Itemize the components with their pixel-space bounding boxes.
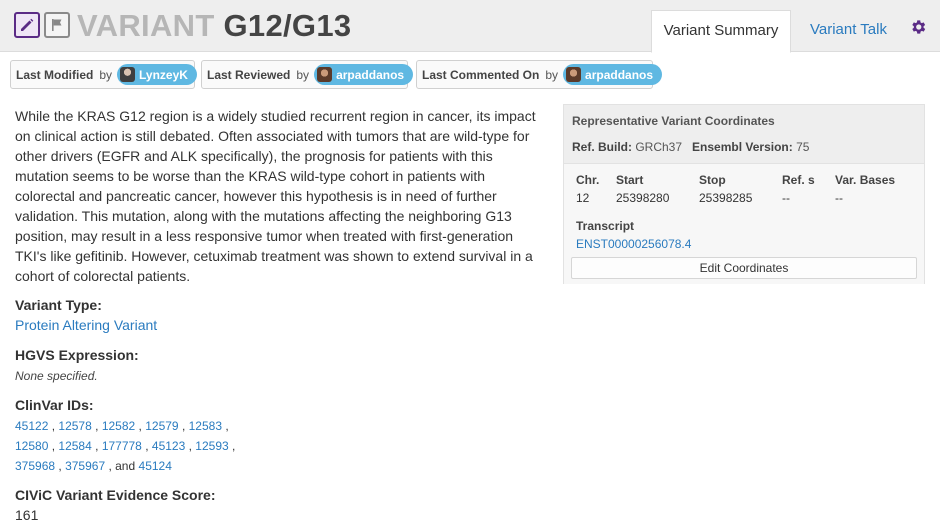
column-value: 12	[576, 191, 590, 205]
variant-type-label: Variant Type:	[15, 297, 102, 313]
column-header: Ref. s	[782, 173, 815, 187]
avatar	[566, 67, 582, 82]
username: arpaddanos	[336, 67, 405, 82]
ref-bases-column: Ref. s --	[782, 171, 815, 207]
hgvs-label: HGVS Expression:	[15, 347, 139, 363]
ref-build-line: Ref. Build: GRCh37 Ensembl Version: 75	[572, 140, 809, 154]
last-commented-badge: Last Commented On by arpaddanos	[416, 60, 663, 89]
username: arpaddanos	[585, 67, 654, 82]
username: LynzeyK	[139, 67, 188, 82]
var-bases-column: Var. Bases --	[835, 171, 895, 207]
edit-coordinates-button[interactable]: Edit Coordinates	[571, 257, 917, 279]
last-reviewed-badge: Last Reviewed by arpaddanos	[201, 60, 414, 89]
variant-description: While the KRAS G12 region is a widely st…	[15, 108, 536, 284]
transcript-block: Transcript ENST00000256078.4	[576, 217, 691, 253]
clinvar-id-link[interactable]: 45122	[15, 419, 48, 433]
tab-variant-summary[interactable]: Variant Summary	[651, 10, 791, 53]
clinvar-id-link[interactable]: 375968	[15, 459, 55, 473]
separator: ,	[51, 419, 56, 433]
chr-column: Chr. 12	[576, 171, 599, 207]
stop-column: Stop 25398285	[699, 171, 752, 207]
clinvar-id-link[interactable]: 12580	[15, 439, 48, 453]
separator: ,	[58, 459, 62, 473]
clinvar-id-link[interactable]: 12578	[58, 419, 91, 433]
ref-build-label: Ref. Build:	[572, 140, 632, 154]
clinvar-id-link[interactable]: 12584	[58, 439, 91, 453]
separator: ,	[51, 439, 56, 453]
column-value: --	[835, 191, 843, 205]
last-reviewed-label: Last Reviewed	[207, 67, 291, 82]
user-link-arpaddanos[interactable]: arpaddanos	[563, 64, 663, 85]
separator: ,	[95, 439, 99, 453]
flag-button[interactable]	[44, 12, 70, 38]
by-label: by	[296, 67, 310, 82]
user-link-lynzeyk[interactable]: LynzeyK	[117, 64, 197, 85]
clinvar-id-link[interactable]: 12583	[189, 419, 222, 433]
pencil-icon	[21, 18, 34, 31]
clinvar-id-link[interactable]: 12593	[195, 439, 228, 453]
evidence-score-label: CIViC Variant Evidence Score:	[15, 487, 216, 503]
clinvar-id-link[interactable]: 12582	[102, 419, 135, 433]
title-kind: VARIANT	[77, 8, 215, 43]
ensembl-version-label: Ensembl Version:	[692, 140, 793, 154]
gear-icon[interactable]	[909, 18, 927, 36]
column-value: 25398285	[699, 191, 753, 205]
user-link-arpaddanos[interactable]: arpaddanos	[314, 64, 414, 85]
separator-and: , and	[108, 459, 136, 473]
column-value: --	[782, 191, 790, 205]
separator: ,	[188, 439, 192, 453]
last-commented-label: Last Commented On	[422, 67, 540, 82]
avatar	[120, 67, 136, 82]
column-header: Chr.	[576, 173, 600, 187]
by-label: by	[545, 67, 559, 82]
evidence-score-value: 161	[15, 507, 39, 523]
clinvar-id-link[interactable]: 12579	[145, 419, 178, 433]
title-variant-name: G12/G13	[223, 8, 352, 43]
clinvar-id-list: 45122 , 12578 , 12582 , 12579 , 12583 , …	[15, 416, 265, 476]
ref-build-value: GRCh37	[635, 140, 683, 154]
flag-icon	[52, 19, 62, 31]
separator: ,	[138, 419, 142, 433]
separator: ,	[232, 439, 236, 453]
ensembl-version-value: 75	[796, 140, 810, 154]
separator: ,	[181, 419, 186, 433]
start-column: Start 25398280	[616, 171, 669, 207]
separator: ,	[225, 419, 229, 433]
last-modified-badge: Last Modified by LynzeyK	[10, 60, 197, 89]
edit-button[interactable]	[14, 12, 40, 38]
separator: ,	[95, 419, 99, 433]
coordinates-details: Chr. 12 Start 25398280 Stop 25398285 Ref…	[564, 163, 924, 284]
variant-header: VARIANT G12/G13 Variant Summary Variant …	[0, 0, 940, 53]
column-header: Var. Bases	[835, 173, 896, 187]
avatar	[317, 67, 333, 82]
column-value: 25398280	[616, 191, 670, 205]
clinvar-label: ClinVar IDs:	[15, 397, 94, 413]
column-header: Start	[616, 173, 644, 187]
clinvar-id-link[interactable]: 375967	[65, 459, 105, 473]
by-label: by	[99, 67, 113, 82]
last-modified-label: Last Modified	[16, 67, 94, 82]
transcript-link[interactable]: ENST00000256078.4	[576, 235, 691, 253]
transcript-label: Transcript	[576, 219, 635, 233]
page-title: VARIANT G12/G13	[77, 8, 351, 44]
column-header: Stop	[699, 173, 726, 187]
clinvar-id-link[interactable]: 45123	[152, 439, 185, 453]
clinvar-id-link[interactable]: 45124	[139, 459, 172, 473]
coordinates-title: Representative Variant Coordinates	[572, 114, 775, 128]
clinvar-id-link[interactable]: 177778	[102, 439, 142, 453]
tab-variant-talk[interactable]: Variant Talk	[795, 10, 902, 52]
variant-coordinates-panel: Representative Variant Coordinates Ref. …	[563, 104, 925, 284]
separator: ,	[145, 439, 149, 453]
hgvs-value: None specified.	[15, 369, 98, 383]
variant-type-link[interactable]: Protein Altering Variant	[15, 317, 157, 333]
